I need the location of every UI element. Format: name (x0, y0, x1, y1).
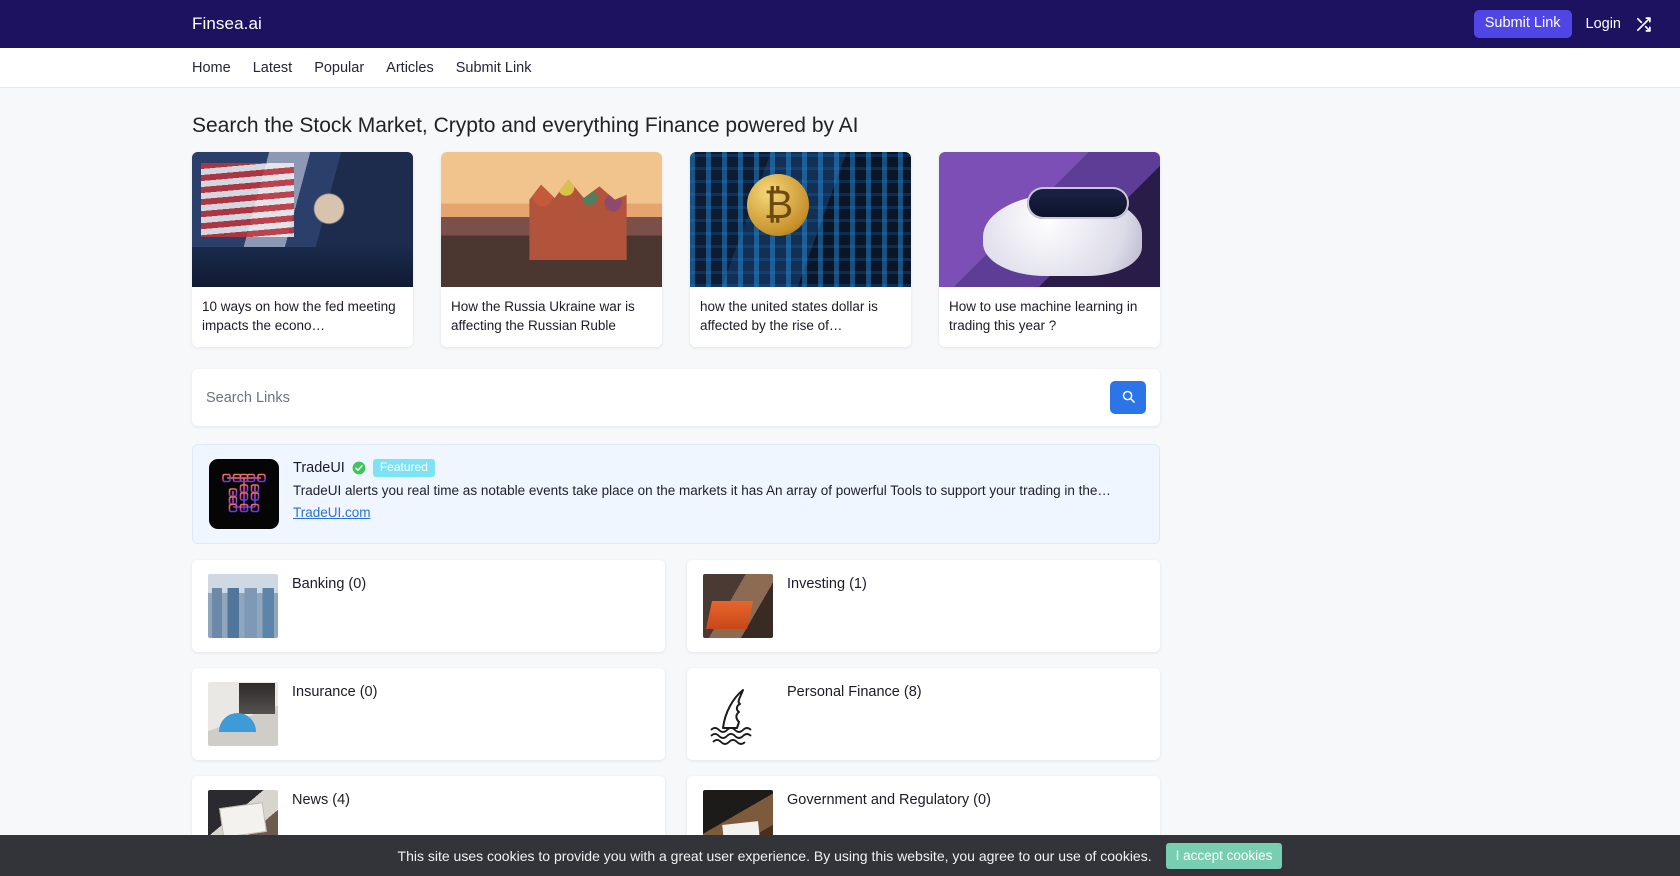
bitcoin-coin-on-trading-screens-image (690, 152, 911, 287)
verified-check-icon (352, 461, 366, 475)
story-caption: how the united states dollar is affected… (700, 299, 878, 333)
nav-item-submit-link[interactable]: Submit Link (456, 60, 532, 76)
featured-site-url[interactable]: TradeUI.com (293, 505, 371, 520)
story-caption: 10 ways on how the fed meeting impacts t… (202, 299, 396, 333)
category-label: Insurance (0) (292, 684, 378, 700)
saint-basils-cathedral-moscow-image (441, 152, 662, 287)
login-link[interactable]: Login (1586, 16, 1621, 32)
accept-cookies-button[interactable]: I accept cookies (1165, 842, 1283, 869)
cookie-consent-bar: This site uses cookies to provide you wi… (0, 835, 1680, 876)
shark-fin-illustration-icon (703, 682, 773, 746)
trading-desk-image (703, 574, 773, 638)
featured-title-row: TradeUI Featured (293, 459, 1143, 478)
top-header-bar: Finsea.ai Submit Link Login (0, 0, 1680, 48)
cookie-message: This site uses cookies to provide you wi… (397, 847, 1152, 864)
featured-listing-card[interactable]: TradeUI Featured TradeUI alerts you real… (192, 444, 1160, 544)
search-icon (1121, 389, 1136, 407)
story-caption: How to use machine learning in trading t… (949, 299, 1138, 333)
umbrella-document-image (208, 682, 278, 746)
nav-item-home[interactable]: Home (192, 60, 231, 76)
featured-site-name: TradeUI (293, 460, 345, 477)
category-card-insurance[interactable]: Insurance (0) (192, 668, 665, 760)
category-grid: Banking (0) Investing (1) Insurance (0) (192, 560, 1160, 868)
story-caption: How the Russia Ukraine war is affecting … (451, 299, 635, 333)
featured-badge: Featured (372, 459, 435, 478)
page-body: Search the Stock Market, Crypto and ever… (0, 114, 1680, 876)
federal-reserve-chair-podium-image (192, 152, 413, 287)
submit-link-button[interactable]: Submit Link (1473, 9, 1572, 39)
category-label: Banking (0) (292, 576, 367, 592)
search-bar (192, 369, 1160, 426)
category-label: Personal Finance (8) (787, 684, 922, 700)
nav-item-articles[interactable]: Articles (386, 60, 434, 76)
story-card[interactable]: 10 ways on how the fed meeting impacts t… (192, 152, 413, 347)
featured-description: TradeUI alerts you real time as notable … (293, 483, 1111, 499)
brand-logo[interactable]: Finsea.ai (192, 14, 262, 34)
white-robot-purple-background-image (939, 152, 1160, 287)
shuffle-icon[interactable] (1635, 16, 1652, 33)
category-card-personal-finance[interactable]: Personal Finance (8) (687, 668, 1160, 760)
city-skyline-image (208, 574, 278, 638)
search-input[interactable] (206, 383, 1100, 412)
nav-item-latest[interactable]: Latest (253, 60, 293, 76)
story-card[interactable]: How the Russia Ukraine war is affecting … (441, 152, 662, 347)
featured-stories-row: 10 ways on how the fed meeting impacts t… (192, 152, 1160, 347)
nav-item-popular[interactable]: Popular (314, 60, 364, 76)
search-submit-button[interactable] (1110, 381, 1146, 414)
category-card-investing[interactable]: Investing (1) (687, 560, 1160, 652)
header-actions: Submit Link Login (1473, 9, 1652, 39)
category-card-banking[interactable]: Banking (0) (192, 560, 665, 652)
story-card[interactable]: how the united states dollar is affected… (690, 152, 911, 347)
story-card[interactable]: How to use machine learning in trading t… (939, 152, 1160, 347)
main-navigation: Home Latest Popular Articles Submit Link (0, 48, 1680, 88)
category-label: Investing (1) (787, 576, 867, 592)
featured-listing-body: TradeUI Featured TradeUI alerts you real… (293, 459, 1143, 529)
tradeui-logo-icon (209, 459, 279, 529)
content-column: Search the Stock Market, Crypto and ever… (192, 114, 1160, 868)
page-title: Search the Stock Market, Crypto and ever… (192, 114, 859, 137)
